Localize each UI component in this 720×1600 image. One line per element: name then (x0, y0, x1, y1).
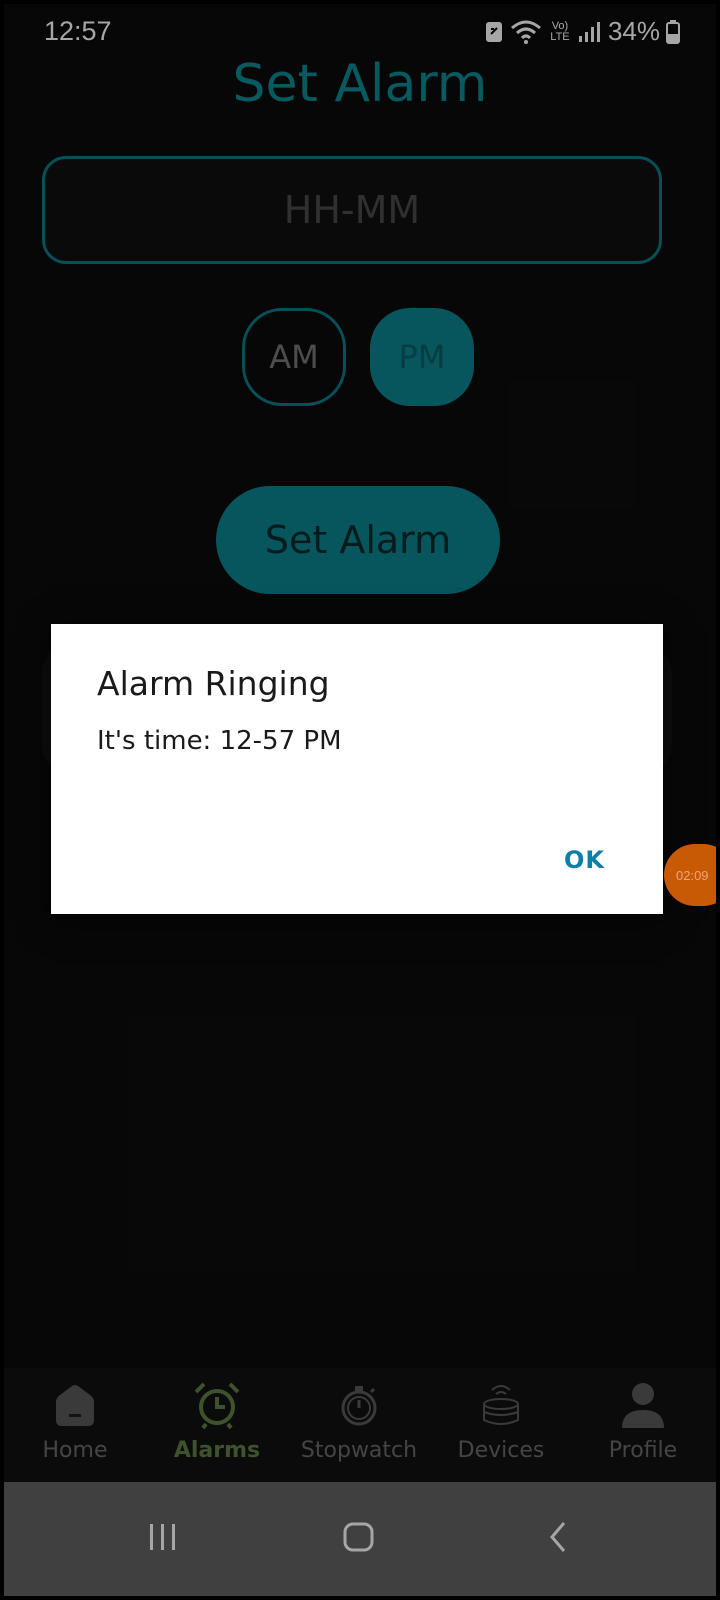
app-screen: 12:57 Vo) LTE 34% Set Alarm AM PM Set Al… (4, 4, 716, 1596)
ok-button[interactable]: OK (564, 846, 605, 874)
dialog-title: Alarm Ringing (97, 664, 330, 703)
bubble-text: 02:09 (676, 867, 709, 883)
alarm-dialog: Alarm Ringing It's time: 12-57 PM OK (51, 624, 663, 914)
dialog-message: It's time: 12-57 PM (97, 726, 342, 756)
